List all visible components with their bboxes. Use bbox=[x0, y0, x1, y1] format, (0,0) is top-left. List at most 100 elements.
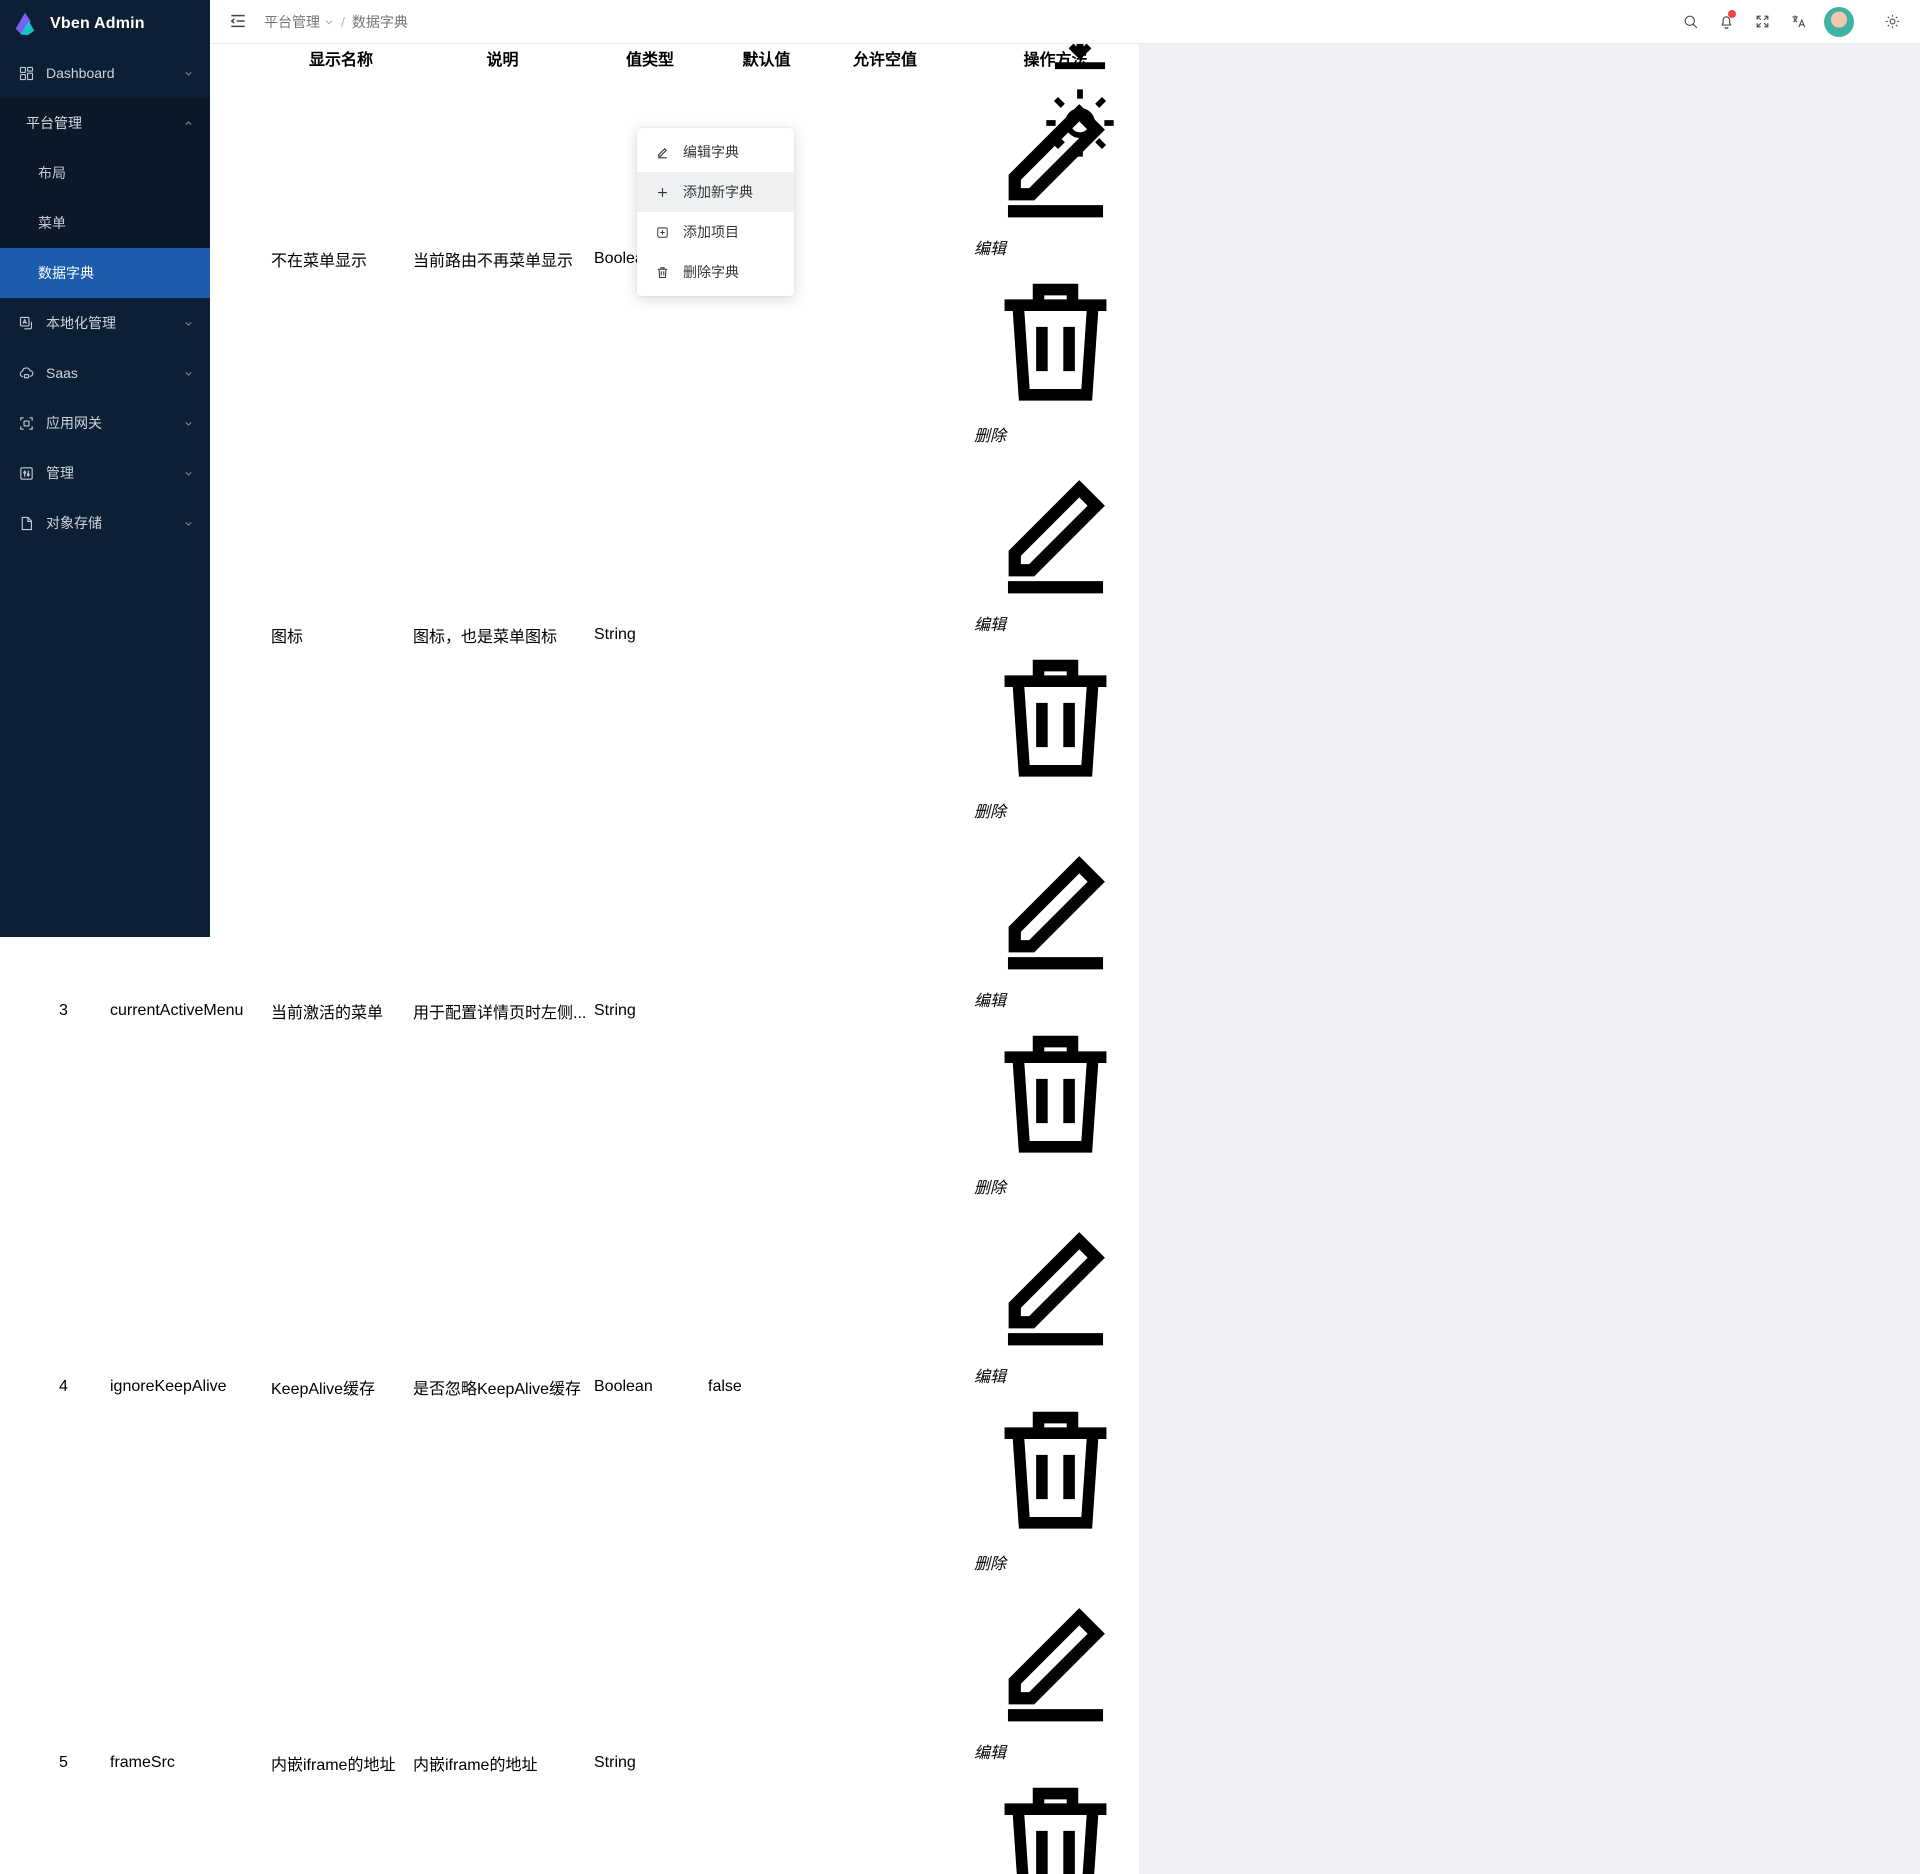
locale-icon bbox=[18, 315, 35, 332]
avatar[interactable] bbox=[1824, 7, 1854, 37]
column-header-label: 操作方法 bbox=[1023, 52, 1087, 69]
sidebar-item-app-gateway[interactable]: 应用网关 bbox=[0, 398, 210, 448]
sidebar: Vben Admin Dashboard 平台管理布局菜单数据字典本地化管理 Saa… bbox=[0, 0, 210, 937]
sidebar-item-dashboard[interactable]: Dashboard bbox=[0, 48, 210, 98]
plus-square-icon bbox=[655, 225, 670, 240]
row-description: 当前路由不再菜单显示 bbox=[413, 72, 592, 446]
search-icon[interactable] bbox=[1672, 4, 1708, 40]
edit-button[interactable]: 编辑 bbox=[974, 1576, 1137, 1762]
row-description: 是否忽略KeepAlive缓存 bbox=[413, 1200, 592, 1574]
gateway-icon bbox=[18, 415, 35, 432]
row-value-type: String bbox=[594, 824, 706, 1198]
row-default-value bbox=[708, 448, 825, 822]
row-value-type: String bbox=[594, 448, 706, 822]
allow-empty-cell bbox=[827, 824, 943, 1198]
sidebar-item-management[interactable]: 管理 bbox=[0, 448, 210, 498]
spacer-cell bbox=[945, 72, 972, 446]
sidebar-item-label: 管理 bbox=[46, 463, 74, 483]
edit-button[interactable]: 编辑 bbox=[974, 448, 1137, 634]
column-header-label: 默认值 bbox=[742, 52, 790, 69]
sidebar-group-platform: 平台管理布局菜单数据字典 bbox=[0, 98, 210, 298]
column-header: 说明 bbox=[413, 46, 592, 70]
context-menu-delete-dict[interactable]: 删除字典 bbox=[637, 252, 794, 292]
chevron-up-icon bbox=[183, 118, 194, 129]
sidebar-item-menu[interactable]: 菜单 bbox=[0, 198, 210, 248]
row-actions-cell: 编辑删除 bbox=[974, 1200, 1137, 1574]
row-index: 4 bbox=[59, 1200, 108, 1574]
row-display-name: 当前激活的菜单 bbox=[271, 824, 411, 1198]
row-value-type: Boolean bbox=[594, 1200, 706, 1574]
sidebar-item-localization[interactable]: 本地化管理 bbox=[0, 298, 210, 348]
context-menu-add-item[interactable]: 添加项目 bbox=[637, 212, 794, 252]
sidebar-item-label: 对象存储 bbox=[46, 513, 102, 533]
allow-empty-cell bbox=[827, 448, 943, 822]
spacer-cell bbox=[945, 1576, 972, 1874]
breadcrumb-current[interactable]: 数据字典 bbox=[352, 12, 408, 32]
delete-button[interactable]: 删除 bbox=[974, 1763, 1137, 1874]
delete-button[interactable]: 删除 bbox=[974, 1387, 1137, 1573]
column-header-label: 允许空值 bbox=[853, 52, 917, 69]
breadcrumb-platform[interactable]: 平台管理 bbox=[264, 12, 334, 32]
edit-button[interactable]: 编辑 bbox=[974, 1200, 1137, 1386]
sidebar-item-label: 应用网关 bbox=[46, 413, 102, 433]
breadcrumb-current-label: 数据字典 bbox=[352, 12, 408, 32]
breadcrumb-root-label: 平台管理 bbox=[264, 12, 320, 32]
sidebar-nav: Dashboard 平台管理布局菜单数据字典本地化管理 Saas 应用网关管理对象存储 bbox=[0, 48, 210, 548]
row-default-value: false bbox=[708, 1200, 825, 1574]
edit-button[interactable]: 编辑 bbox=[974, 824, 1137, 1010]
sidebar-item-object-storage[interactable]: 对象存储 bbox=[0, 498, 210, 548]
row-default-value bbox=[708, 1576, 825, 1874]
row-checkbox-cell bbox=[2, 1576, 57, 1874]
fullscreen-icon[interactable] bbox=[1744, 4, 1780, 40]
sidebar-item-label: 布局 bbox=[38, 163, 66, 183]
notification-dot bbox=[1728, 10, 1736, 18]
row-name: ignoreKeepAlive bbox=[110, 1200, 269, 1574]
row-display-name: 图标 bbox=[271, 448, 411, 822]
row-actions-cell: 编辑删除 bbox=[974, 448, 1137, 822]
chevron-down-icon bbox=[324, 17, 334, 27]
trash-icon bbox=[655, 265, 670, 280]
sidebar-collapse-icon[interactable] bbox=[228, 11, 250, 33]
sidebar-item-saas[interactable]: Saas bbox=[0, 348, 210, 398]
column-header[interactable]: 显示名称 bbox=[271, 46, 411, 70]
column-header-spacer bbox=[945, 46, 972, 70]
breadcrumb: 平台管理 / 数据字典 bbox=[264, 12, 408, 32]
app-logo[interactable]: Vben Admin bbox=[0, 0, 210, 48]
settings-icon[interactable] bbox=[1874, 4, 1910, 40]
bell-icon[interactable] bbox=[1708, 4, 1744, 40]
row-value-type: String bbox=[594, 1576, 706, 1874]
row-description: 用于配置详情页时左侧... bbox=[413, 824, 592, 1198]
allow-empty-cell bbox=[827, 1200, 943, 1574]
spacer-cell bbox=[945, 1200, 972, 1574]
context-menu-edit-dict[interactable]: 编辑字典 bbox=[637, 132, 794, 172]
row-actions-cell: 编辑删除 bbox=[974, 824, 1137, 1198]
app-title: Vben Admin bbox=[50, 15, 145, 33]
column-header-label: 说明 bbox=[486, 52, 518, 69]
table-row: 5frameSrc内嵌iframe的地址内嵌iframe的地址String编辑删… bbox=[2, 1576, 1137, 1874]
spacer-cell bbox=[945, 824, 972, 1198]
context-menu-item-label: 删除字典 bbox=[683, 262, 739, 282]
column-header: 值类型 bbox=[594, 46, 706, 70]
sidebar-item-layout[interactable]: 布局 bbox=[0, 148, 210, 198]
delete-button[interactable]: 删除 bbox=[974, 259, 1137, 445]
sidebar-item-label: 数据字典 bbox=[38, 263, 94, 283]
sidebar-item-data-dictionary[interactable]: 数据字典 bbox=[0, 248, 210, 298]
context-menu-add-new-dict[interactable]: 添加新字典 bbox=[637, 172, 794, 212]
breadcrumb-separator: / bbox=[341, 14, 345, 30]
sidebar-item-label: 本地化管理 bbox=[46, 313, 116, 333]
table-row: 4ignoreKeepAliveKeepAlive缓存是否忽略KeepAlive… bbox=[2, 1200, 1137, 1574]
delete-button[interactable]: 删除 bbox=[974, 1011, 1137, 1197]
sidebar-item-label: 菜单 bbox=[38, 213, 66, 233]
dashboard-icon bbox=[18, 65, 35, 82]
sidebar-item-platform[interactable]: 平台管理 bbox=[0, 98, 210, 148]
row-description: 内嵌iframe的地址 bbox=[413, 1576, 592, 1874]
context-menu-item-label: 添加新字典 bbox=[683, 182, 753, 202]
translate-icon[interactable] bbox=[1780, 4, 1816, 40]
delete-button[interactable]: 删除 bbox=[974, 635, 1137, 821]
sidebar-item-label: Dashboard bbox=[46, 65, 115, 81]
chevron-down-icon bbox=[183, 368, 194, 379]
context-menu: 编辑字典添加新字典添加项目删除字典 bbox=[637, 128, 794, 296]
allow-empty-cell bbox=[827, 1576, 943, 1874]
context-menu-item-label: 添加项目 bbox=[683, 222, 739, 242]
column-header-label: 值类型 bbox=[626, 52, 674, 69]
